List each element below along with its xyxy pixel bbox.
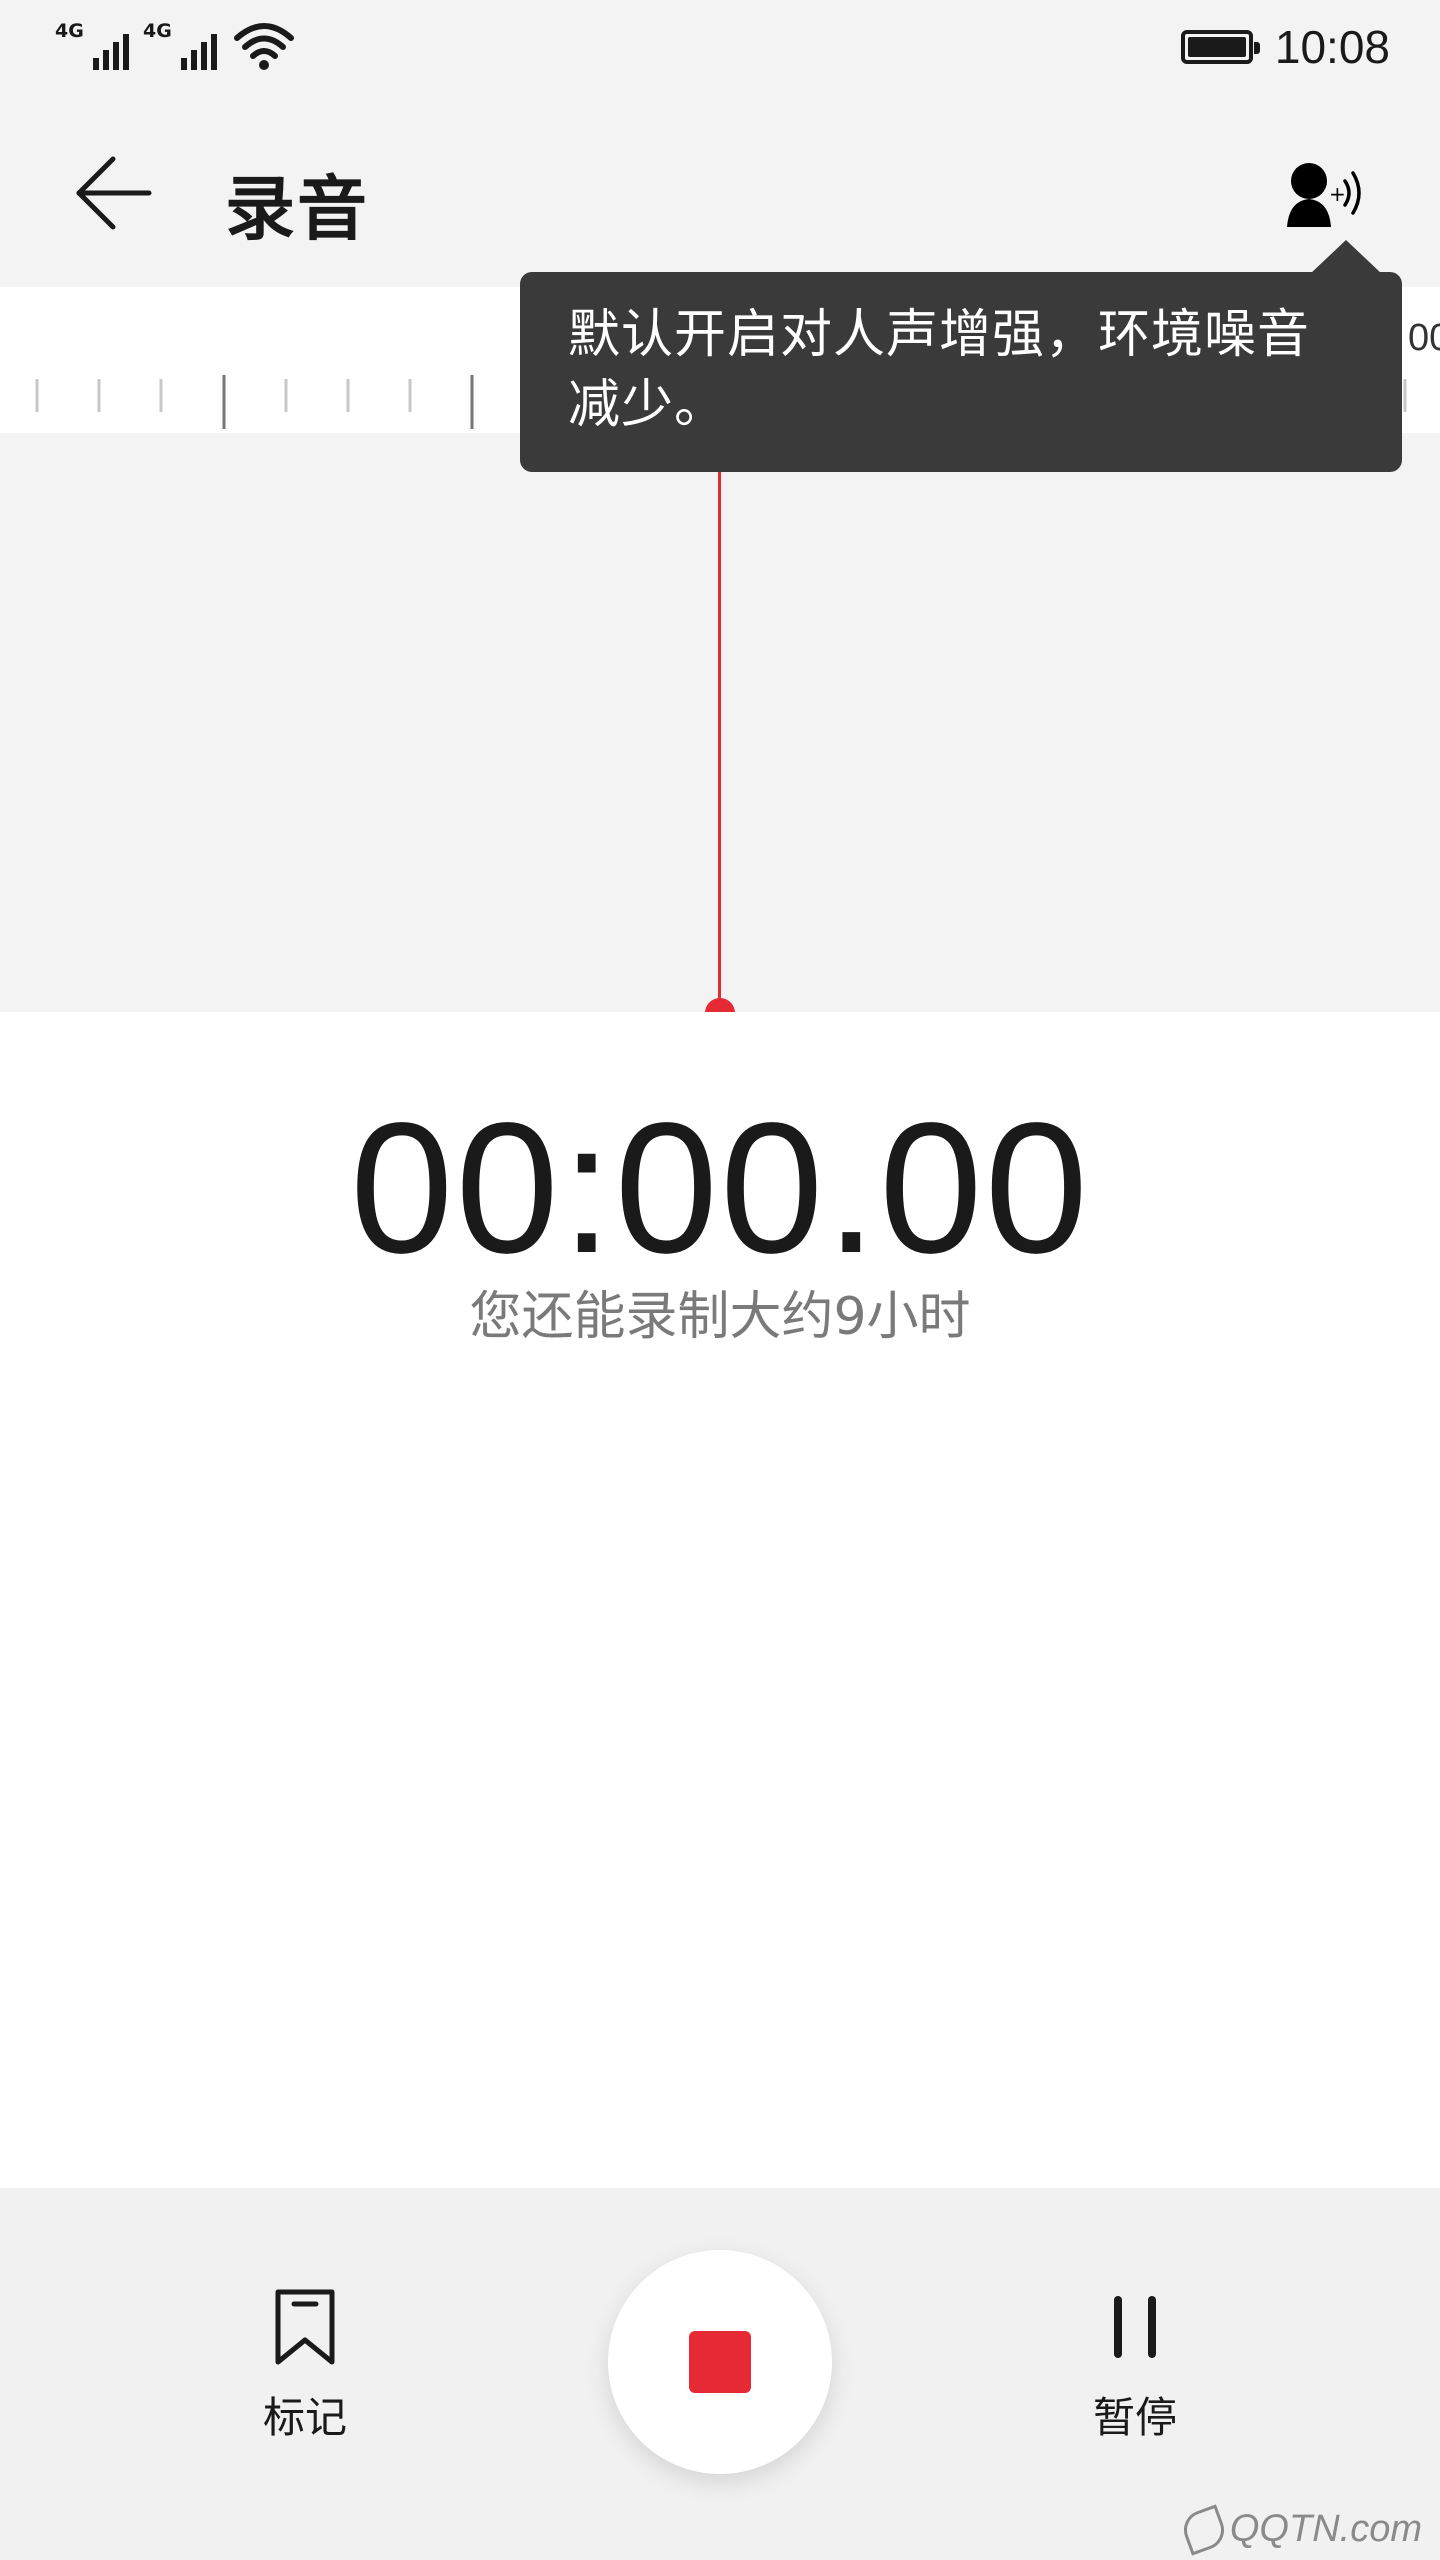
voice-enhance-tooltip[interactable]: 默认开启对人声增强，环境噪音减少。	[520, 240, 1402, 472]
stop-button[interactable]	[608, 2250, 832, 2474]
status-right: 10:08	[1180, 20, 1390, 74]
watermark-text: QQTN.com	[1229, 2508, 1422, 2550]
recorder-main: 00:00.00 您还能录制大约9小时	[0, 1012, 1440, 2188]
stop-icon	[689, 2331, 751, 2393]
sim1-signal-icon: 4G	[55, 18, 129, 74]
bottom-controls: 标记 暂停 QQTN.com	[0, 2188, 1440, 2560]
app-header: 录音 +	[0, 95, 1440, 285]
elapsed-timer: 00:00.00	[349, 1085, 1091, 1292]
voice-enhance-button[interactable]: +	[1270, 150, 1380, 240]
pause-icon	[1114, 2296, 1156, 2358]
remaining-time-text: 您还能录制大约9小时	[469, 1287, 971, 1347]
battery-icon	[1180, 30, 1260, 64]
pause-label: 暂停	[1092, 2393, 1177, 2442]
sim2-signal-icon: 4G	[143, 18, 217, 74]
sim2-network-type: 4G	[143, 20, 172, 42]
back-button[interactable]	[60, 145, 165, 240]
status-time: 10:08	[1274, 21, 1390, 73]
status-bar: 4G 4G 10:08	[0, 0, 1440, 95]
status-left: 4G 4G	[55, 18, 297, 74]
tooltip-text: 默认开启对人声增强，环境噪音减少。	[568, 305, 1311, 435]
ruler-edge-label: 00	[1408, 317, 1440, 359]
wifi-icon	[234, 23, 294, 70]
leaf-logo-icon	[1178, 2503, 1230, 2556]
pause-button[interactable]: 暂停	[1070, 2288, 1200, 2458]
page-title: 录音	[225, 168, 369, 250]
site-watermark: QQTN.com	[1178, 2503, 1422, 2556]
mark-label: 标记	[262, 2393, 347, 2442]
mark-button[interactable]: 标记	[240, 2288, 370, 2458]
bookmark-icon	[275, 2289, 335, 2365]
voice-enhance-icon: +	[1287, 163, 1361, 227]
arrow-left-icon	[76, 156, 151, 229]
sim1-network-type: 4G	[55, 20, 84, 42]
svg-text:+: +	[1329, 182, 1346, 206]
